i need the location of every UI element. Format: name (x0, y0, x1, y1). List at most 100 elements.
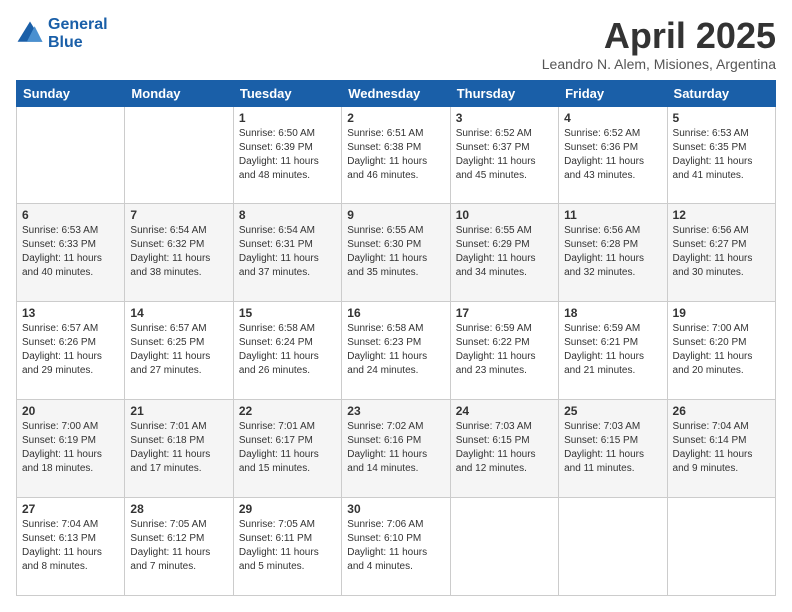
subtitle: Leandro N. Alem, Misiones, Argentina (542, 56, 776, 72)
week-row-2: 6 Sunrise: 6:53 AMSunset: 6:33 PMDayligh… (17, 204, 776, 302)
day-info: Sunrise: 7:00 AMSunset: 6:20 PMDaylight:… (673, 323, 753, 376)
week-row-3: 13 Sunrise: 6:57 AMSunset: 6:26 PMDaylig… (17, 302, 776, 400)
calendar-table: Sunday Monday Tuesday Wednesday Thursday… (16, 80, 776, 596)
calendar-cell (17, 106, 125, 204)
header-friday: Friday (559, 80, 667, 106)
calendar-cell: 19 Sunrise: 7:00 AMSunset: 6:20 PMDaylig… (667, 302, 775, 400)
day-number: 7 (130, 208, 227, 222)
calendar-cell (559, 498, 667, 596)
calendar-cell: 8 Sunrise: 6:54 AMSunset: 6:31 PMDayligh… (233, 204, 341, 302)
calendar-cell (450, 498, 558, 596)
calendar-cell: 12 Sunrise: 6:56 AMSunset: 6:27 PMDaylig… (667, 204, 775, 302)
calendar-cell: 28 Sunrise: 7:05 AMSunset: 6:12 PMDaylig… (125, 498, 233, 596)
logo-text: General Blue (48, 16, 108, 51)
day-info: Sunrise: 7:04 AMSunset: 6:13 PMDaylight:… (22, 519, 102, 572)
day-number: 18 (564, 306, 661, 320)
day-info: Sunrise: 6:54 AMSunset: 6:32 PMDaylight:… (130, 225, 210, 278)
day-number: 10 (456, 208, 553, 222)
title-section: April 2025 Leandro N. Alem, Misiones, Ar… (542, 16, 776, 72)
calendar-cell: 2 Sunrise: 6:51 AMSunset: 6:38 PMDayligh… (342, 106, 450, 204)
day-info: Sunrise: 7:01 AMSunset: 6:17 PMDaylight:… (239, 421, 319, 474)
calendar-cell: 20 Sunrise: 7:00 AMSunset: 6:19 PMDaylig… (17, 400, 125, 498)
day-info: Sunrise: 7:03 AMSunset: 6:15 PMDaylight:… (564, 421, 644, 474)
calendar-cell: 5 Sunrise: 6:53 AMSunset: 6:35 PMDayligh… (667, 106, 775, 204)
calendar-cell: 21 Sunrise: 7:01 AMSunset: 6:18 PMDaylig… (125, 400, 233, 498)
header-monday: Monday (125, 80, 233, 106)
day-number: 22 (239, 404, 336, 418)
calendar-cell: 25 Sunrise: 7:03 AMSunset: 6:15 PMDaylig… (559, 400, 667, 498)
day-number: 9 (347, 208, 444, 222)
calendar-cell: 29 Sunrise: 7:05 AMSunset: 6:11 PMDaylig… (233, 498, 341, 596)
day-number: 30 (347, 502, 444, 516)
day-info: Sunrise: 6:58 AMSunset: 6:24 PMDaylight:… (239, 323, 319, 376)
day-info: Sunrise: 6:53 AMSunset: 6:35 PMDaylight:… (673, 128, 753, 181)
day-info: Sunrise: 7:05 AMSunset: 6:11 PMDaylight:… (239, 519, 319, 572)
calendar-cell: 18 Sunrise: 6:59 AMSunset: 6:21 PMDaylig… (559, 302, 667, 400)
day-number: 6 (22, 208, 119, 222)
day-info: Sunrise: 6:56 AMSunset: 6:28 PMDaylight:… (564, 225, 644, 278)
header-sunday: Sunday (17, 80, 125, 106)
day-number: 2 (347, 111, 444, 125)
week-row-1: 1 Sunrise: 6:50 AMSunset: 6:39 PMDayligh… (17, 106, 776, 204)
calendar-cell (667, 498, 775, 596)
day-number: 3 (456, 111, 553, 125)
day-info: Sunrise: 6:55 AMSunset: 6:30 PMDaylight:… (347, 225, 427, 278)
day-number: 1 (239, 111, 336, 125)
day-info: Sunrise: 6:57 AMSunset: 6:26 PMDaylight:… (22, 323, 102, 376)
header-saturday: Saturday (667, 80, 775, 106)
calendar-cell: 15 Sunrise: 6:58 AMSunset: 6:24 PMDaylig… (233, 302, 341, 400)
logo: General Blue (16, 16, 108, 51)
day-number: 25 (564, 404, 661, 418)
day-number: 4 (564, 111, 661, 125)
calendar-cell: 22 Sunrise: 7:01 AMSunset: 6:17 PMDaylig… (233, 400, 341, 498)
day-number: 23 (347, 404, 444, 418)
day-number: 26 (673, 404, 770, 418)
calendar-cell: 9 Sunrise: 6:55 AMSunset: 6:30 PMDayligh… (342, 204, 450, 302)
day-info: Sunrise: 6:54 AMSunset: 6:31 PMDaylight:… (239, 225, 319, 278)
calendar-cell: 14 Sunrise: 6:57 AMSunset: 6:25 PMDaylig… (125, 302, 233, 400)
day-info: Sunrise: 6:55 AMSunset: 6:29 PMDaylight:… (456, 225, 536, 278)
week-row-4: 20 Sunrise: 7:00 AMSunset: 6:19 PMDaylig… (17, 400, 776, 498)
day-number: 14 (130, 306, 227, 320)
day-number: 5 (673, 111, 770, 125)
day-number: 17 (456, 306, 553, 320)
day-number: 20 (22, 404, 119, 418)
calendar-cell (125, 106, 233, 204)
day-info: Sunrise: 6:59 AMSunset: 6:21 PMDaylight:… (564, 323, 644, 376)
day-number: 15 (239, 306, 336, 320)
calendar-cell: 1 Sunrise: 6:50 AMSunset: 6:39 PMDayligh… (233, 106, 341, 204)
calendar-cell: 3 Sunrise: 6:52 AMSunset: 6:37 PMDayligh… (450, 106, 558, 204)
day-number: 16 (347, 306, 444, 320)
day-info: Sunrise: 7:04 AMSunset: 6:14 PMDaylight:… (673, 421, 753, 474)
day-info: Sunrise: 6:50 AMSunset: 6:39 PMDaylight:… (239, 128, 319, 181)
day-number: 21 (130, 404, 227, 418)
calendar-cell: 30 Sunrise: 7:06 AMSunset: 6:10 PMDaylig… (342, 498, 450, 596)
header-wednesday: Wednesday (342, 80, 450, 106)
calendar-cell: 11 Sunrise: 6:56 AMSunset: 6:28 PMDaylig… (559, 204, 667, 302)
day-info: Sunrise: 6:58 AMSunset: 6:23 PMDaylight:… (347, 323, 427, 376)
calendar-cell: 7 Sunrise: 6:54 AMSunset: 6:32 PMDayligh… (125, 204, 233, 302)
calendar-cell: 17 Sunrise: 6:59 AMSunset: 6:22 PMDaylig… (450, 302, 558, 400)
day-info: Sunrise: 7:00 AMSunset: 6:19 PMDaylight:… (22, 421, 102, 474)
calendar-cell: 16 Sunrise: 6:58 AMSunset: 6:23 PMDaylig… (342, 302, 450, 400)
calendar-cell: 27 Sunrise: 7:04 AMSunset: 6:13 PMDaylig… (17, 498, 125, 596)
calendar-cell: 10 Sunrise: 6:55 AMSunset: 6:29 PMDaylig… (450, 204, 558, 302)
day-number: 19 (673, 306, 770, 320)
calendar-cell: 6 Sunrise: 6:53 AMSunset: 6:33 PMDayligh… (17, 204, 125, 302)
calendar-cell: 13 Sunrise: 6:57 AMSunset: 6:26 PMDaylig… (17, 302, 125, 400)
day-info: Sunrise: 6:52 AMSunset: 6:36 PMDaylight:… (564, 128, 644, 181)
header-thursday: Thursday (450, 80, 558, 106)
logo-icon (16, 20, 44, 48)
header-tuesday: Tuesday (233, 80, 341, 106)
day-info: Sunrise: 6:57 AMSunset: 6:25 PMDaylight:… (130, 323, 210, 376)
calendar-cell: 23 Sunrise: 7:02 AMSunset: 6:16 PMDaylig… (342, 400, 450, 498)
main-title: April 2025 (542, 16, 776, 56)
header: General Blue April 2025 Leandro N. Alem,… (16, 16, 776, 72)
day-info: Sunrise: 7:02 AMSunset: 6:16 PMDaylight:… (347, 421, 427, 474)
page: General Blue April 2025 Leandro N. Alem,… (0, 0, 792, 612)
day-number: 13 (22, 306, 119, 320)
day-info: Sunrise: 6:51 AMSunset: 6:38 PMDaylight:… (347, 128, 427, 181)
day-info: Sunrise: 6:52 AMSunset: 6:37 PMDaylight:… (456, 128, 536, 181)
day-number: 29 (239, 502, 336, 516)
day-number: 27 (22, 502, 119, 516)
